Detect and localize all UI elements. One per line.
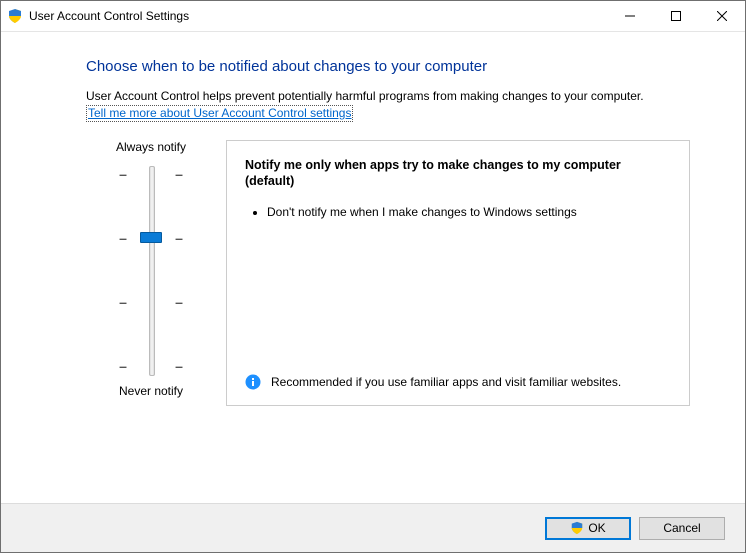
info-icon [245, 374, 261, 390]
uac-settings-window: User Account Control Settings Choose whe… [0, 0, 746, 553]
window-title: User Account Control Settings [29, 9, 189, 23]
titlebar: User Account Control Settings [1, 1, 745, 32]
window-controls [607, 1, 745, 31]
notification-detail-panel: Notify me only when apps try to make cha… [226, 140, 690, 406]
notification-slider: Always notify –– –– –– –– Never notify [86, 140, 216, 406]
panel-bullet-list: Don't notify me when I make changes to W… [245, 204, 671, 227]
slider-track-area[interactable]: –– –– –– –– [116, 166, 186, 376]
dialog-footer: OK Cancel [1, 503, 745, 552]
page-description: User Account Control helps prevent poten… [86, 89, 690, 122]
uac-shield-icon [570, 521, 584, 535]
close-button[interactable] [699, 1, 745, 31]
cancel-button-label: Cancel [663, 521, 700, 535]
recommendation-row: Recommended if you use familiar apps and… [245, 374, 671, 391]
content-area: Choose when to be notified about changes… [1, 32, 745, 503]
learn-more-link[interactable]: Tell me more about User Account Control … [86, 105, 353, 123]
panel-title: Notify me only when apps try to make cha… [245, 157, 671, 190]
uac-shield-icon [7, 8, 23, 24]
slider-top-label: Always notify [116, 140, 186, 154]
page-heading: Choose when to be notified about changes… [86, 58, 690, 75]
slider-thumb[interactable] [140, 232, 162, 243]
slider-track [149, 166, 155, 376]
maximize-button[interactable] [653, 1, 699, 31]
ok-button-label: OK [588, 521, 605, 535]
panel-bullet: Don't notify me when I make changes to W… [267, 204, 671, 221]
description-text: User Account Control helps prevent poten… [86, 89, 644, 103]
cancel-button[interactable]: Cancel [639, 517, 725, 540]
minimize-button[interactable] [607, 1, 653, 31]
ok-button[interactable]: OK [545, 517, 631, 540]
recommendation-text: Recommended if you use familiar apps and… [271, 374, 621, 391]
slider-bottom-label: Never notify [119, 384, 183, 398]
